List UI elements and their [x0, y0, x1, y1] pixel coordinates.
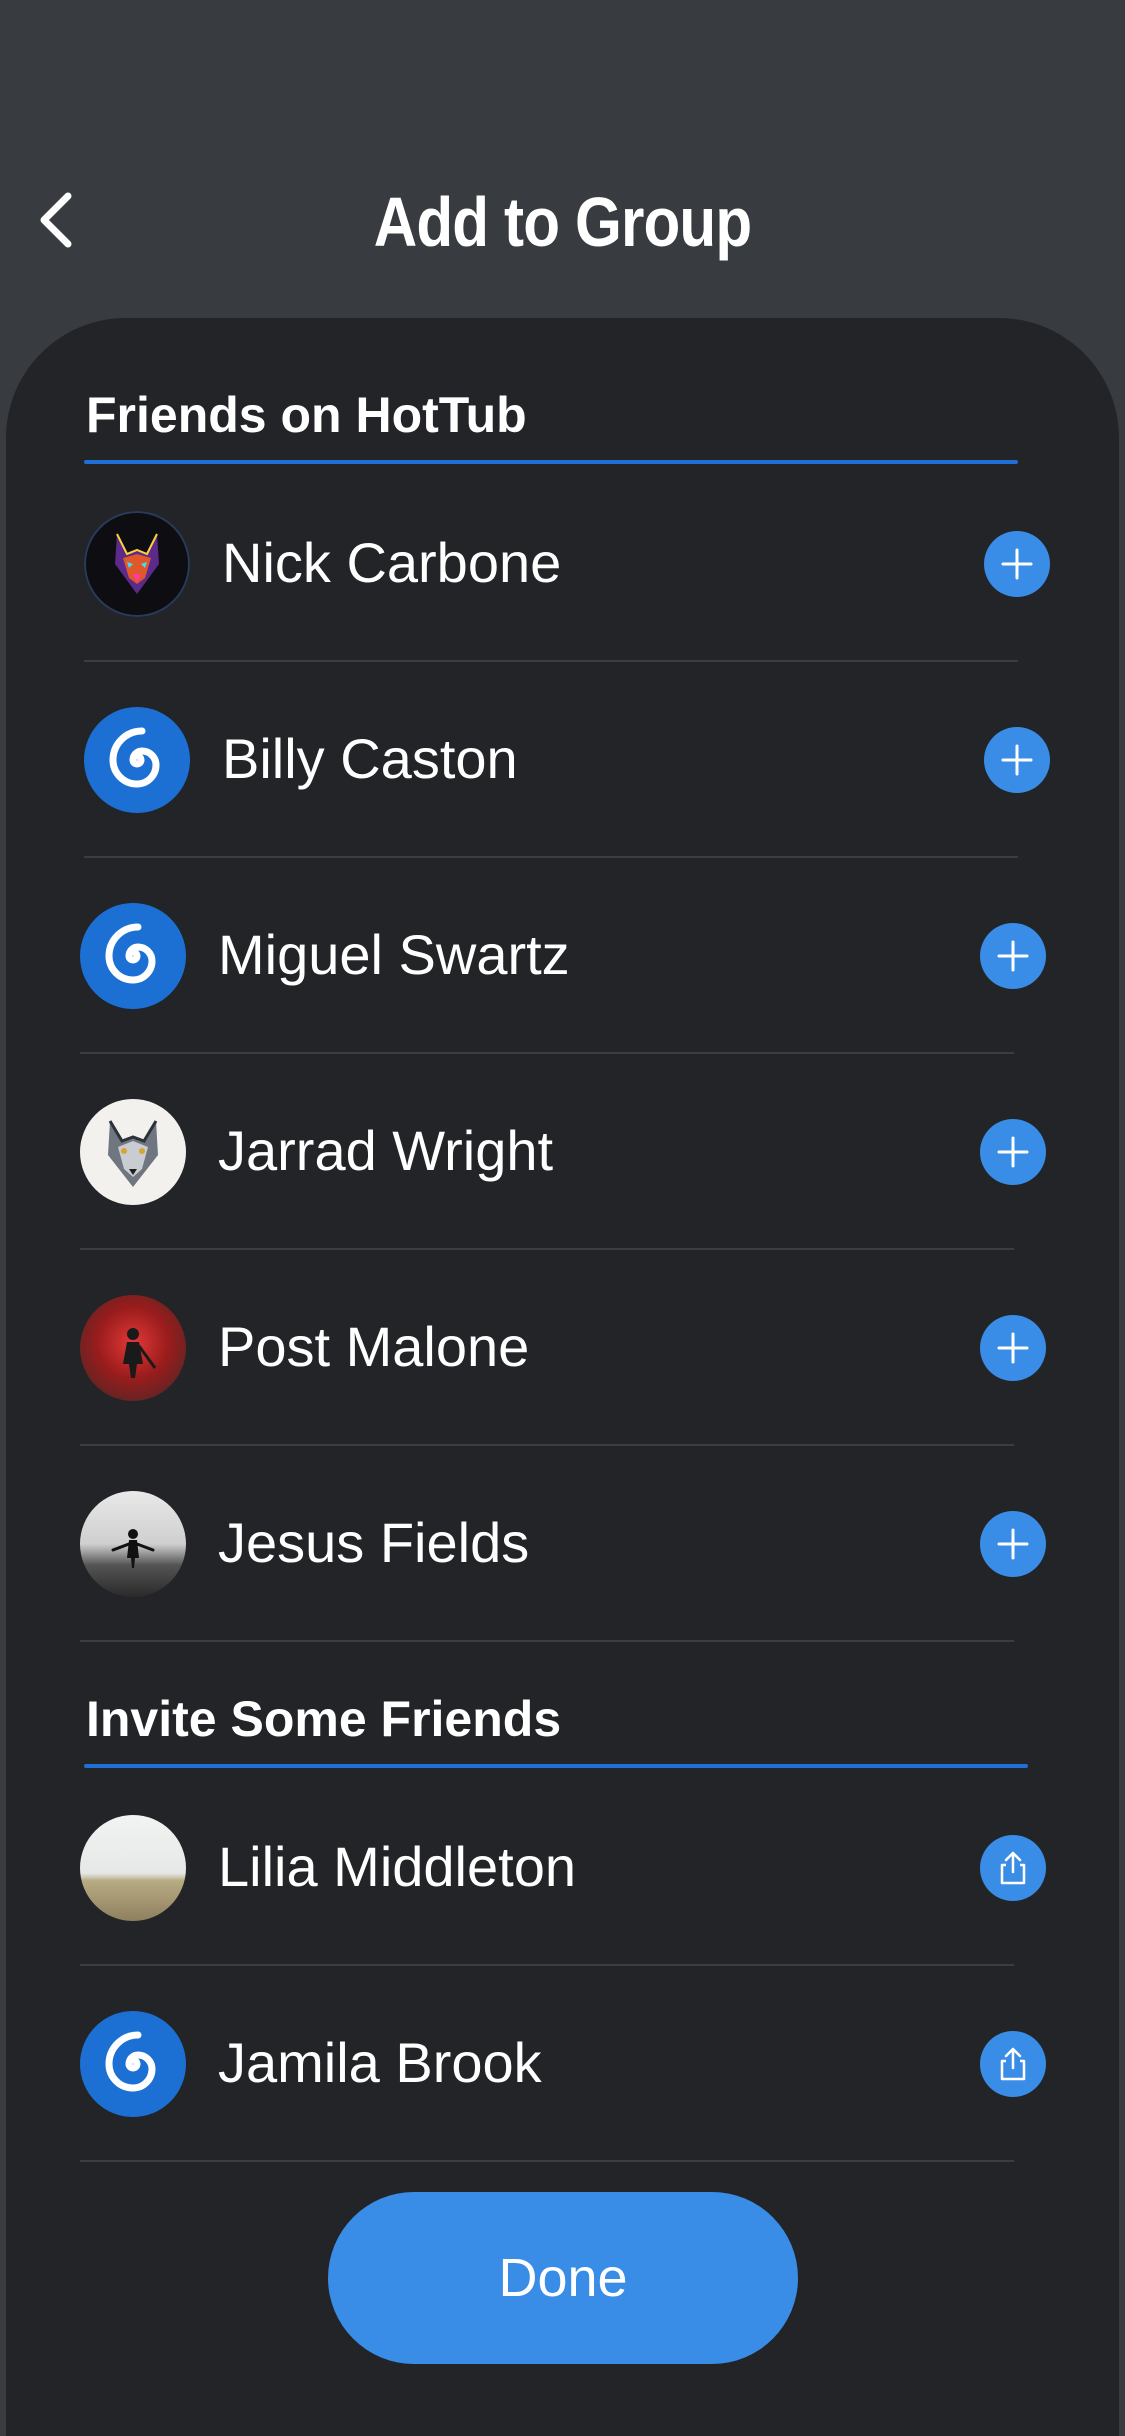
page-title: Add to Group: [373, 183, 752, 261]
add-button[interactable]: [980, 1315, 1046, 1381]
friend-name: Miguel Swartz: [218, 923, 570, 987]
list-item[interactable]: Jesus Fields: [80, 1446, 1046, 1642]
share-icon: [1000, 1851, 1026, 1885]
friend-name: Lilia Middleton: [218, 1835, 576, 1899]
list-item[interactable]: Lilia Middleton: [80, 1770, 1046, 1966]
avatar: [80, 1491, 186, 1597]
add-button[interactable]: [980, 1119, 1046, 1185]
row-divider: [80, 1640, 1014, 1642]
figure-silhouette-icon: [123, 1328, 157, 1378]
friend-name: Jamila Brook: [218, 2031, 542, 2095]
list-item[interactable]: Post Malone: [80, 1250, 1046, 1446]
avatar: [84, 511, 190, 617]
avatar: [84, 707, 190, 813]
avatar: [80, 1099, 186, 1205]
list-item[interactable]: Billy Caston: [84, 662, 1050, 858]
list-item[interactable]: Jamila Brook: [80, 1966, 1046, 2162]
avatar: [80, 1815, 186, 1921]
spiral-icon: [105, 2031, 156, 2092]
section-underline-invite: [84, 1764, 1028, 1768]
list-item[interactable]: Miguel Swartz: [80, 858, 1046, 1054]
done-button[interactable]: Done: [328, 2192, 798, 2364]
friend-name: Billy Caston: [222, 727, 518, 791]
plus-icon: [1001, 548, 1033, 580]
friend-name: Nick Carbone: [222, 531, 562, 595]
add-button[interactable]: [984, 531, 1050, 597]
avatar: [80, 1295, 186, 1401]
list-item[interactable]: Nick Carbone: [84, 466, 1050, 662]
avatar: [80, 903, 186, 1009]
section-title-friends: Friends on HotTub: [86, 387, 527, 443]
section-title-invite: Invite Some Friends: [86, 1691, 562, 1747]
wolf-photo-icon: [108, 1120, 158, 1187]
share-button[interactable]: [980, 1835, 1046, 1901]
share-button[interactable]: [980, 2031, 1046, 2097]
add-button[interactable]: [980, 923, 1046, 989]
plus-icon: [997, 1528, 1029, 1560]
neon-wolf-icon: [115, 533, 159, 594]
chevron-left-icon: [40, 192, 72, 248]
list-item[interactable]: Jarrad Wright: [80, 1054, 1046, 1250]
friend-name: Jarrad Wright: [218, 1119, 554, 1183]
spiral-icon: [109, 727, 160, 788]
section-underline-friends: [84, 460, 1018, 464]
plus-icon: [997, 1136, 1029, 1168]
add-button[interactable]: [984, 727, 1050, 793]
share-icon: [1000, 2047, 1026, 2081]
avatar: [80, 2011, 186, 2117]
spiral-icon: [105, 923, 156, 984]
add-button[interactable]: [980, 1511, 1046, 1577]
row-divider: [80, 2160, 1014, 2162]
friend-name: Jesus Fields: [218, 1511, 530, 1575]
header: Add to Group: [0, 0, 1125, 320]
friend-name: Post Malone: [218, 1315, 530, 1379]
plus-icon: [997, 940, 1029, 972]
figure-silhouette-icon: [111, 1529, 155, 1568]
plus-icon: [1001, 744, 1033, 776]
plus-icon: [997, 1332, 1029, 1364]
